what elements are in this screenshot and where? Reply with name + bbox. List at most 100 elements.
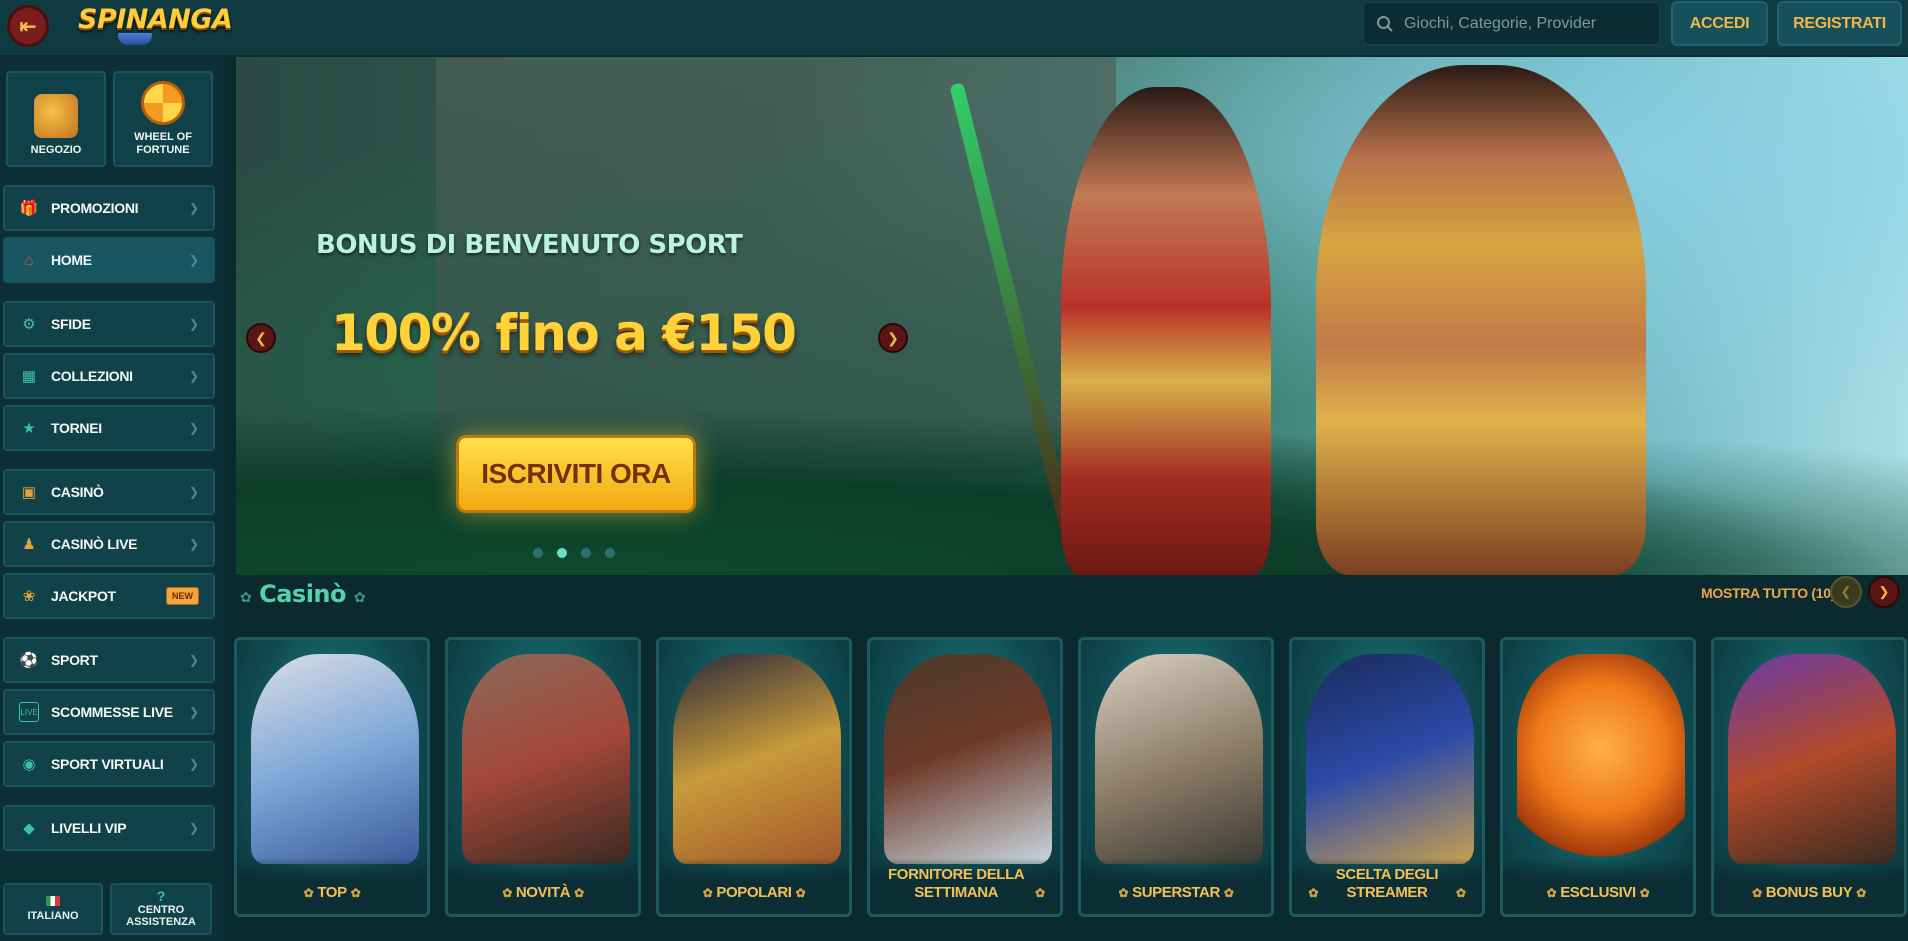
card-label: FORNITORE DELLA SETTIMANA xyxy=(888,866,1025,901)
sidebar-item-promozioni[interactable]: 🎁 PROMOZIONI ❯ xyxy=(3,185,215,231)
new-badge: NEW xyxy=(166,587,199,605)
search-bar[interactable] xyxy=(1362,1,1661,46)
category-card-streamer[interactable]: ✿ SCELTA DEGLI STREAMER ✿ xyxy=(1289,637,1485,917)
sidebar-item-label: SFIDE xyxy=(51,316,91,332)
hero-dot[interactable] xyxy=(605,548,615,558)
diamond-icon: ◆ xyxy=(23,820,35,837)
hero-dot[interactable] xyxy=(533,548,543,558)
hero-dot-active[interactable] xyxy=(557,548,567,558)
sidebar-item-label: SPORT xyxy=(51,652,98,668)
signup-cta-button[interactable]: ISCRIVITI ORA xyxy=(456,435,696,513)
card-artwork xyxy=(1095,654,1263,864)
sidebar-item-scommesse-live[interactable]: LIVE SCOMMESSE LIVE ❯ xyxy=(3,689,215,735)
sidebar-item-tornei[interactable]: ★ TORNEI ❯ xyxy=(3,405,215,451)
top-header: ⇤ SPINANGA ACCEDI REGISTRATI xyxy=(0,0,1908,56)
chevron-right-icon: ❯ xyxy=(188,421,199,435)
sidebar-item-label: COLLEZIONI xyxy=(51,368,133,384)
hero-banner[interactable]: BONUS DI BENVENUTO SPORT 100% fino a €15… xyxy=(236,57,1908,575)
hero-next-arrow-icon[interactable]: ❯ xyxy=(878,323,908,353)
swirl-icon: ✿ xyxy=(1223,886,1234,900)
sidebar-item-sfide[interactable]: ⚙ SFIDE ❯ xyxy=(3,301,215,347)
hero-character-man xyxy=(1316,65,1646,575)
dealer-icon: ♟ xyxy=(22,536,36,553)
menu-back-icon[interactable]: ⇤ xyxy=(7,5,49,47)
trophy-icon: ★ xyxy=(22,420,36,437)
sidebar-item-jackpot[interactable]: ❀ JACKPOT NEW xyxy=(3,573,215,619)
card-caption: ✿ NOVITÀ ✿ xyxy=(448,858,638,914)
chevron-right-icon: ❯ xyxy=(188,757,199,771)
logo[interactable]: SPINANGA xyxy=(78,4,233,35)
sidebar-tile-label: WHEEL OF FORTUNE xyxy=(134,131,192,156)
hero-dot[interactable] xyxy=(581,548,591,558)
category-card-esclusivi[interactable]: ✿ ESCLUSIVI ✿ xyxy=(1500,637,1696,917)
challenge-icon: ⚙ xyxy=(22,316,36,333)
sidebar-item-sport[interactable]: ⚽ SPORT ❯ xyxy=(3,637,215,683)
search-icon xyxy=(1377,15,1393,32)
chevron-right-icon: ❯ xyxy=(188,705,199,719)
sidebar-item-label: CASINÒ LIVE xyxy=(51,536,138,552)
card-label: BONUS BUY xyxy=(1765,884,1853,901)
category-card-top[interactable]: ✿ TOP ✿ xyxy=(234,637,430,917)
category-card-popolari[interactable]: ✿ POPOLARI ✿ xyxy=(656,637,852,917)
swirl-icon: ✿ xyxy=(502,886,512,900)
card-caption: FORNITORE DELLA SETTIMANA ✿ xyxy=(870,858,1060,914)
card-label: SCELTA DEGLI STREAMER xyxy=(1335,866,1439,901)
swirl-icon: ✿ xyxy=(1856,886,1866,900)
card-artwork xyxy=(884,654,1052,864)
language-selector[interactable]: ITALIANO xyxy=(3,883,103,935)
coins-icon: ❀ xyxy=(22,588,36,605)
swirl-icon: ✿ xyxy=(1035,886,1045,900)
swirl-icon: ✿ xyxy=(1456,886,1466,900)
wheel-of-fortune-icon xyxy=(141,81,185,125)
carousel-prev-icon[interactable]: ❮ xyxy=(1830,576,1862,608)
category-card-fornitore[interactable]: FORNITORE DELLA SETTIMANA ✿ xyxy=(867,637,1063,917)
casino-title-text: Casinò xyxy=(259,580,346,608)
category-card-bonus-buy[interactable]: ✿ BONUS BUY ✿ xyxy=(1711,637,1907,917)
card-caption: ✿ TOP ✿ xyxy=(237,858,427,914)
card-caption: ✿ SCELTA DEGLI STREAMER ✿ xyxy=(1292,858,1482,914)
sidebar-item-collezioni[interactable]: ▦ COLLEZIONI ❯ xyxy=(3,353,215,399)
chest-icon: ▣ xyxy=(21,484,37,501)
category-card-superstar[interactable]: ✿ SUPERSTAR ✿ xyxy=(1078,637,1274,917)
hero-prev-arrow-icon[interactable]: ❮ xyxy=(246,323,276,353)
sidebar: NEGOZIO WHEEL OF FORTUNE 🎁 PROMOZIONI ❯ … xyxy=(0,57,224,941)
sidebar-item-label: TORNEI xyxy=(51,420,102,436)
card-caption: ✿ SUPERSTAR ✿ xyxy=(1081,858,1271,914)
sidebar-item-label: PROMOZIONI xyxy=(51,200,139,216)
register-button[interactable]: REGISTRATI xyxy=(1777,1,1902,46)
swirl-icon: ✿ xyxy=(702,886,713,900)
swirl-icon: ✿ xyxy=(1546,886,1557,900)
chevron-right-icon: ❯ xyxy=(188,653,199,667)
sidebar-item-label: CASINÒ xyxy=(51,484,104,500)
card-artwork xyxy=(673,654,841,864)
card-artwork xyxy=(462,654,630,864)
search-input[interactable] xyxy=(1404,14,1644,33)
chevron-right-icon: ❯ xyxy=(188,253,199,267)
hero-character-woman xyxy=(1061,87,1271,575)
card-label: TOP xyxy=(317,884,347,901)
language-label: ITALIANO xyxy=(27,910,79,922)
login-button[interactable]: ACCEDI xyxy=(1671,1,1768,46)
sidebar-item-label: HOME xyxy=(51,252,92,268)
sidebar-item-home[interactable]: ⌂ HOME ❯ xyxy=(3,237,215,283)
sidebar-tile-label: NEGOZIO xyxy=(30,144,82,156)
category-card-novita[interactable]: ✿ NOVITÀ ✿ xyxy=(445,637,641,917)
carousel-next-icon[interactable]: ❯ xyxy=(1868,576,1900,608)
sidebar-tile-wheel[interactable]: WHEEL OF FORTUNE xyxy=(113,71,213,167)
help-center-button[interactable]: ? CENTRO ASSISTENZA xyxy=(110,883,212,935)
show-all-link[interactable]: MOSTRA TUTTO (10) xyxy=(1701,585,1835,601)
gift-icon: 🎁 xyxy=(19,200,39,217)
chevron-right-icon: ❯ xyxy=(188,821,199,835)
swirl-icon: ✿ xyxy=(1639,886,1650,900)
sidebar-item-casino[interactable]: ▣ CASINÒ ❯ xyxy=(3,469,215,515)
shop-basket-icon xyxy=(34,94,78,138)
sidebar-item-livelli-vip[interactable]: ◆ LIVELLI VIP ❯ xyxy=(3,805,215,851)
sidebar-item-label: SCOMMESSE LIVE xyxy=(51,704,173,720)
card-label: SUPERSTAR xyxy=(1132,884,1220,901)
soccer-ball-icon: ⚽ xyxy=(19,652,39,669)
sidebar-item-casino-live[interactable]: ♟ CASINÒ LIVE ❯ xyxy=(3,521,215,567)
home-icon: ⌂ xyxy=(24,251,34,269)
sidebar-tile-shop[interactable]: NEGOZIO xyxy=(6,71,106,167)
card-artwork xyxy=(1306,654,1474,864)
sidebar-item-sport-virtuali[interactable]: ◉ SPORT VIRTUALI ❯ xyxy=(3,741,215,787)
